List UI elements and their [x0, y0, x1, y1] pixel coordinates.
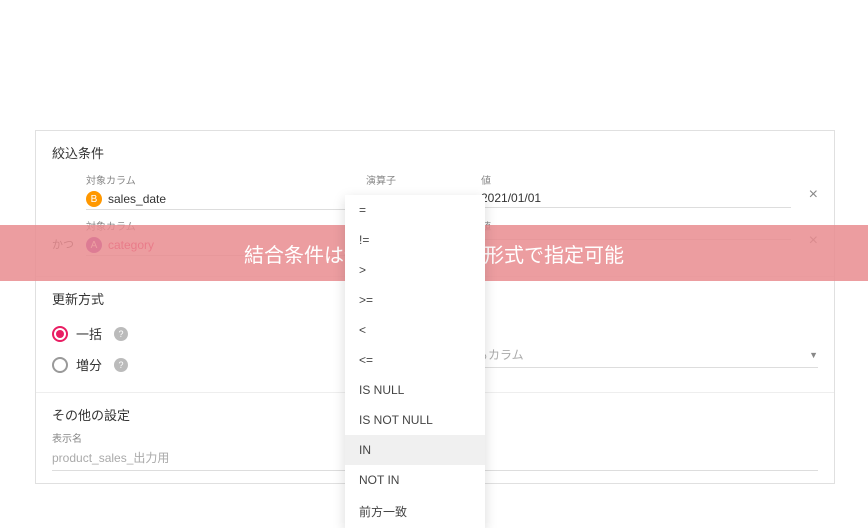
value-text: 2021/01/01	[481, 191, 791, 205]
operator-dropdown-menu: =!=>>=<<=IS NULLIS NOT NULLINNOT IN前方一致	[345, 195, 485, 528]
operator-option[interactable]: =	[345, 195, 485, 225]
column-select[interactable]: B sales_date ▼	[86, 189, 356, 210]
radio-incremental[interactable]: 増分 ?	[52, 349, 392, 380]
column-badge-b-icon: B	[86, 191, 102, 207]
radio-unselected-icon	[52, 357, 68, 373]
operator-option[interactable]: IS NOT NULL	[345, 405, 485, 435]
radio-incremental-label: 増分	[76, 355, 102, 374]
operator-label: 演算子	[366, 172, 471, 187]
radio-selected-icon	[52, 326, 68, 342]
operator-option[interactable]: 前方一致	[345, 495, 485, 528]
radio-bulk[interactable]: 一括 ?	[52, 318, 392, 349]
operator-option[interactable]: !=	[345, 225, 485, 255]
filter-title: 絞込条件	[52, 143, 818, 162]
column-value: sales_date	[108, 192, 341, 206]
radio-bulk-label: 一括	[76, 324, 102, 343]
column-label: 対象カラム	[86, 172, 356, 187]
value-label: 値	[481, 172, 791, 187]
and-spacer	[52, 172, 76, 190]
operator-option[interactable]: <	[345, 315, 485, 345]
operator-option[interactable]: <=	[345, 345, 485, 375]
value-field[interactable]: 値 2021/01/01	[481, 172, 791, 208]
chevron-down-icon: ▼	[809, 350, 818, 360]
operator-option[interactable]: >=	[345, 285, 485, 315]
operator-option[interactable]: IS NULL	[345, 375, 485, 405]
help-icon[interactable]: ?	[114, 327, 128, 341]
operator-option[interactable]: NOT IN	[345, 465, 485, 495]
operator-option[interactable]: IN	[345, 435, 485, 465]
help-icon[interactable]: ?	[114, 358, 128, 372]
column-field[interactable]: 対象カラム B sales_date ▼	[86, 172, 356, 210]
remove-condition-button[interactable]: ×	[809, 172, 818, 204]
operator-option[interactable]: >	[345, 255, 485, 285]
value-input[interactable]: 2021/01/01	[481, 189, 791, 208]
